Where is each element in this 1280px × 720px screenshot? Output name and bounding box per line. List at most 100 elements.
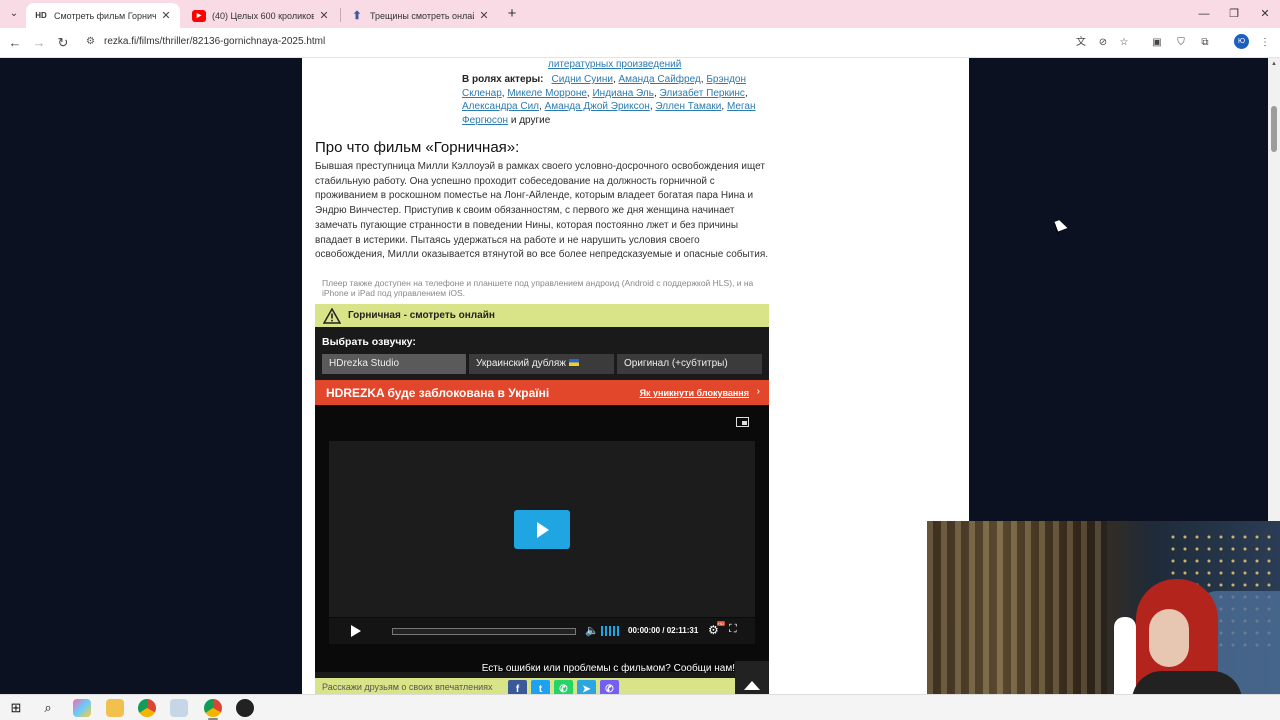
close-tab-icon[interactable]: ✕ [160, 9, 172, 22]
extension-icon[interactable]: ▣ [1149, 35, 1165, 51]
obs-icon[interactable] [236, 699, 254, 717]
forward-arrow-icon[interactable]: → [31, 35, 47, 51]
dub-option-ukrainian[interactable]: Украинский дубляж [469, 354, 614, 374]
share-bar: Расскажи друзьям о своих впечатлениях f … [315, 678, 769, 694]
dub-label: HDrezka Studio [329, 358, 400, 369]
mouse-cursor-icon [1054, 218, 1068, 232]
player-section: Выбрать озвучку: HDrezka Studio Украинск… [315, 327, 769, 694]
close-tab-icon[interactable]: ✕ [478, 9, 490, 22]
dub-option-original[interactable]: Оригинал (+субтитры) [617, 354, 762, 374]
translate-icon[interactable]: 文 [1073, 35, 1089, 51]
viber-icon[interactable]: ✆ [600, 680, 619, 694]
actor-link[interactable]: Элизабет Перкинс [660, 88, 745, 99]
tab-treshchiny[interactable]: ⬆ Трещины смотреть онлайн фи ✕ [342, 3, 498, 28]
url-field[interactable]: rezka.fi/films/thriller/82136-gornichnay… [104, 36, 325, 47]
cast-list: В ролях актеры: Сидни Суини, Аманда Сайфр… [462, 74, 756, 126]
about-text: Бывшая преступница Милли Кэллоуэй в рамк… [315, 161, 769, 261]
eye-off-icon[interactable]: ⊘ [1095, 35, 1111, 51]
streamer-face [1149, 609, 1189, 667]
report-problem-link[interactable]: Есть ошибки или проблемы с фильмом? Сооб… [315, 663, 735, 674]
share-text: Расскажи друзьям о своих впечатлениях [322, 682, 493, 692]
watch-online-bar: Горничная - смотреть онлайн [315, 304, 769, 327]
webcam-overlay [927, 521, 1280, 720]
play-big-button[interactable] [514, 510, 570, 549]
new-tab-button[interactable]: + [504, 6, 520, 22]
copilot-icon[interactable] [73, 699, 91, 717]
tab-title: (40) Целых 600 кроликов! Пом [212, 10, 314, 21]
tab-title: Трещины смотреть онлайн фи [370, 10, 474, 21]
tab-title: Смотреть фильм Горничная онлайн [54, 10, 156, 21]
puzzle-icon[interactable]: ⧉ [1197, 35, 1213, 51]
hdrezka-favicon-icon: HD [35, 11, 47, 20]
tab-strip: ⌄ HD Смотреть фильм Горничная онлайн ✕ ▶… [0, 0, 1280, 28]
search-icon[interactable]: ⌕ [39, 699, 57, 717]
actor-link[interactable]: Сидни Суини [552, 74, 613, 85]
dub-label: Украинский дубляж [476, 358, 566, 369]
actor-link[interactable]: Аманда Джой Эриксон [545, 101, 650, 112]
tab-divider [340, 8, 341, 22]
cast-label: В ролях актеры: [462, 74, 544, 85]
main-content: литературных произведений В ролях актеры… [302, 58, 969, 694]
app-icon[interactable] [170, 699, 188, 717]
player-note: Плеер также доступен на телефоне и планш… [322, 278, 754, 298]
profile-avatar[interactable]: Ю [1234, 34, 1249, 49]
hd-badge: HD [717, 621, 725, 626]
whatsapp-icon[interactable]: ✆ [554, 680, 573, 694]
fullscreen-icon[interactable]: ⛶ [729, 623, 737, 636]
curtain-lights [927, 521, 1107, 720]
actor-link[interactable]: Аманда Сайфред [619, 74, 701, 85]
actor-link[interactable]: Эллен Тамаки [655, 101, 721, 112]
chevron-right-icon: › [756, 386, 760, 397]
bookmark-star-icon[interactable]: ☆ [1116, 35, 1132, 51]
twitter-icon[interactable]: t [531, 680, 550, 694]
tab-search-icon[interactable]: ⌄ [6, 6, 22, 22]
dub-label: Оригинал (+субтитры) [624, 358, 728, 369]
actor-link[interactable]: Микеле Морроне [507, 88, 587, 99]
upload-favicon-icon: ⬆ [352, 10, 362, 22]
actor-link[interactable]: Александра Сил [462, 101, 539, 112]
minimize-icon[interactable]: — [1189, 6, 1219, 22]
actor-link[interactable]: Индиана Эль [592, 88, 653, 99]
windows-taskbar: ⊞ ⌕ [0, 694, 1280, 720]
picture-in-picture-icon[interactable] [736, 417, 749, 427]
chrome-profile-icon[interactable] [204, 699, 222, 717]
restore-icon[interactable]: ❐ [1219, 6, 1249, 22]
cast-suffix: и другие [508, 114, 551, 126]
close-tab-icon[interactable]: ✕ [318, 9, 330, 22]
avoid-block-link[interactable]: Як уникнути блокування [640, 388, 749, 398]
file-explorer-icon[interactable] [106, 699, 124, 717]
shield-icon[interactable]: ⛉ [1173, 35, 1189, 51]
address-toolbar: ← → ↻ ⚙ rezka.fi/films/thriller/82136-go… [0, 28, 1280, 58]
dub-option-hdrezka[interactable]: HDrezka Studio [322, 354, 466, 374]
site-info-icon[interactable]: ⚙ [86, 36, 98, 48]
reload-icon[interactable]: ↻ [55, 35, 71, 51]
about-title: Про что фильм «Горничная»: [315, 139, 520, 156]
watch-title: Горничная - смотреть онлайн [348, 310, 495, 321]
back-arrow-icon[interactable]: ← [7, 35, 23, 51]
tab-gornichnaya[interactable]: HD Смотреть фильм Горничная онлайн ✕ [26, 3, 180, 28]
video-player[interactable]: 🔈 00:00:00 / 02:11:31 ⚙ HD ⛶ [315, 405, 769, 672]
scrollbar-thumb[interactable] [1271, 106, 1277, 152]
literary-works-link[interactable]: литературных произведений [548, 59, 681, 70]
progress-bar[interactable] [392, 628, 576, 635]
volume-icon[interactable]: 🔈 [585, 624, 599, 637]
menu-dots-icon[interactable]: ⋮ [1257, 35, 1273, 51]
dub-select-title: Выбрать озвучку: [322, 336, 416, 348]
block-warning-banner: HDREZKA буде заблокована в Україні Як ун… [315, 380, 769, 405]
scroll-to-top-button[interactable] [735, 661, 769, 694]
warning-icon [323, 307, 341, 324]
player-controls: 🔈 00:00:00 / 02:11:31 ⚙ HD ⛶ [329, 618, 755, 644]
telegram-icon[interactable]: ➤ [577, 680, 596, 694]
windows-start-icon[interactable]: ⊞ [7, 699, 25, 717]
time-display: 00:00:00 / 02:11:31 [628, 626, 699, 635]
scroll-up-icon[interactable]: ▲ [1271, 61, 1277, 67]
facebook-icon[interactable]: f [508, 680, 527, 694]
youtube-favicon-icon: ▶ [192, 9, 206, 22]
tab-youtube[interactable]: ▶ (40) Целых 600 кроликов! Пом ✕ [184, 3, 338, 28]
play-icon[interactable] [351, 625, 361, 637]
block-title: HDREZKA буде заблокована в Україні [326, 386, 550, 400]
chrome-icon[interactable] [138, 699, 156, 717]
close-window-icon[interactable]: ✕ [1250, 6, 1280, 22]
ukraine-flag-icon [569, 359, 579, 366]
volume-slider[interactable] [601, 626, 621, 636]
